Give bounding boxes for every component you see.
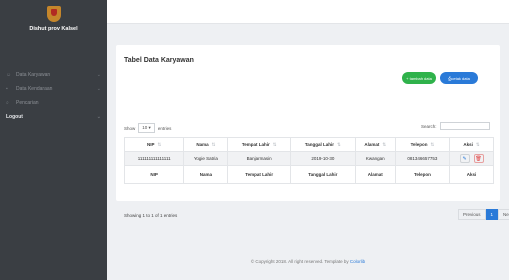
cell-nip: 111111111111111 <box>123 151 185 166</box>
car-icon: ▪ <box>6 86 8 92</box>
previous-page-button[interactable]: Previous <box>458 209 486 220</box>
pagination: Previous 1 Next <box>458 209 509 220</box>
footer-tanggal-lahir: Tanggal Lahir <box>289 165 356 184</box>
column-header-nip[interactable]: NIP ⇅ <box>123 137 185 152</box>
cell-telepon: 081346657753 <box>394 151 451 166</box>
brand-name: Dishut prov Kalsel <box>29 26 78 32</box>
cell-alamat: Kwangan <box>354 151 396 166</box>
footer-alamat: Alamat <box>354 165 396 184</box>
copyright-text: © Copyright 2018. All right reserved. Te… <box>250 259 350 264</box>
column-header-label: Tempat Lahir <box>241 141 270 147</box>
print-data-button[interactable]: ⎙ cetak data <box>440 72 478 84</box>
sidebar-item-pencarian[interactable]: ⌕ Pencarian <box>0 96 107 110</box>
sort-icon: ⇅ <box>382 141 387 147</box>
row-actions: ✎ 🗑 <box>459 154 484 163</box>
sort-icon: ⇅ <box>272 141 277 147</box>
sidebar-nav: ☺ Data Karyawan ⌄ ▪ Data Kendaraan ⌄ ⌕ P… <box>0 68 107 124</box>
karyawan-table: NIP ⇅ Nama ⇅ Tempat Lahir ⇅ Tanggal Lahir ⇅ … <box>123 137 494 184</box>
column-header-label: Tanggal Lahir <box>304 141 335 147</box>
sort-icon: ⇅ <box>430 141 435 147</box>
user-icon: ☺ <box>6 72 12 78</box>
table-info: Showing 1 to 1 of 1 entries <box>124 213 178 218</box>
column-header-aksi[interactable]: Aksi ⇅ <box>449 137 494 152</box>
next-page-button[interactable]: Next <box>498 209 509 220</box>
column-header-label: Nama <box>196 141 209 147</box>
column-header-label: NIP <box>147 141 155 147</box>
page-1-button[interactable]: 1 <box>485 209 499 220</box>
column-header-tempat-lahir[interactable]: Tempat Lahir ⇅ <box>227 137 291 152</box>
footer-telepon: Telepon <box>394 165 451 184</box>
card-title: Tabel Data Karyawan <box>124 57 194 64</box>
add-data-button[interactable]: + tambah data <box>402 72 436 84</box>
footer-tempat-lahir: Tempat Lahir <box>227 165 291 184</box>
chevron-down-icon: ⌄ <box>96 86 101 92</box>
column-header-label: Telepon <box>410 141 428 147</box>
delete-button[interactable]: 🗑 <box>473 154 484 163</box>
sidebar-item-label: Pencarian <box>16 100 39 106</box>
footer-nip: NIP <box>123 165 185 184</box>
sort-icon: ⇅ <box>475 141 480 147</box>
sort-icon: ⇅ <box>337 141 341 147</box>
show-label: Show <box>124 125 136 131</box>
search-icon: ⌕ <box>6 100 9 106</box>
sidebar: Dishut prov Kalsel ☺ Data Karyawan ⌄ ▪ D… <box>0 0 107 280</box>
column-header-label: Alamat <box>364 141 380 147</box>
column-header-tanggal-lahir[interactable]: Tanggal Lahir ⇅ <box>289 137 356 152</box>
cell-nama: Yogie Satria <box>183 151 229 166</box>
colorlib-link[interactable]: Colorlib <box>350 259 365 264</box>
table-header-row: NIP ⇅ Nama ⇅ Tempat Lahir ⇅ Tanggal Lahir ⇅ … <box>123 137 494 152</box>
search-input[interactable] <box>439 122 490 130</box>
column-header-label: Aksi <box>463 141 473 147</box>
sidebar-item-data-karyawan[interactable]: ☺ Data Karyawan ⌄ <box>0 68 107 82</box>
cell-aksi: ✎ 🗑 <box>449 151 494 166</box>
entries-label: entries <box>157 125 172 131</box>
search-box: Search: <box>421 122 490 130</box>
search-label: Search: <box>421 123 437 129</box>
edit-button[interactable]: ✎ <box>459 154 470 163</box>
column-header-nama[interactable]: Nama ⇅ <box>183 137 229 152</box>
cell-tempat-lahir: Banjarmasin <box>227 151 291 166</box>
footer-aksi: Aksi <box>449 165 494 184</box>
sidebar-item-label: Data Kendaraan <box>16 86 53 92</box>
sort-icon: ⇅ <box>211 141 216 147</box>
sidebar-item-logout[interactable]: Logout ⌄ <box>0 110 107 124</box>
top-bar <box>107 0 509 24</box>
sidebar-item-label: Data Karyawan <box>16 72 51 78</box>
column-header-telepon[interactable]: Telepon ⇅ <box>394 137 451 152</box>
logo-icon <box>46 6 61 22</box>
sidebar-item-data-kendaraan[interactable]: ▪ Data Kendaraan ⌄ <box>0 82 107 96</box>
sort-icon: ⇅ <box>157 141 162 147</box>
trash-icon: 🗑 <box>475 155 482 162</box>
chevron-down-icon: ⌄ <box>96 114 101 120</box>
table-row: 111111111111111 Yogie Satria Banjarmasin… <box>123 151 494 166</box>
chevron-down-icon: ⌄ <box>96 72 101 78</box>
footer-nama: Nama <box>183 165 229 184</box>
pencil-icon: ✎ <box>462 155 467 162</box>
entries-select[interactable]: 10 ▾ <box>138 123 155 133</box>
caret-down-icon: ▾ <box>148 125 151 130</box>
entries-length: Show 10 ▾ entries <box>124 123 171 133</box>
entries-select-value: 10 <box>142 125 148 130</box>
brand: Dishut prov Kalsel <box>0 0 107 60</box>
print-data-label: cetak data <box>451 75 470 81</box>
sidebar-item-label: Logout <box>6 114 23 120</box>
data-card: Tabel Data Karyawan + tambah data ⎙ ceta… <box>116 45 509 220</box>
page-footer: © Copyright 2018. All right reserved. Te… <box>107 259 509 264</box>
cell-tanggal-lahir: 2019-10-30 <box>289 151 356 166</box>
table-footer-row: NIP Nama Tempat Lahir Tanggal Lahir Alam… <box>123 165 494 184</box>
column-header-alamat[interactable]: Alamat ⇅ <box>354 137 396 152</box>
